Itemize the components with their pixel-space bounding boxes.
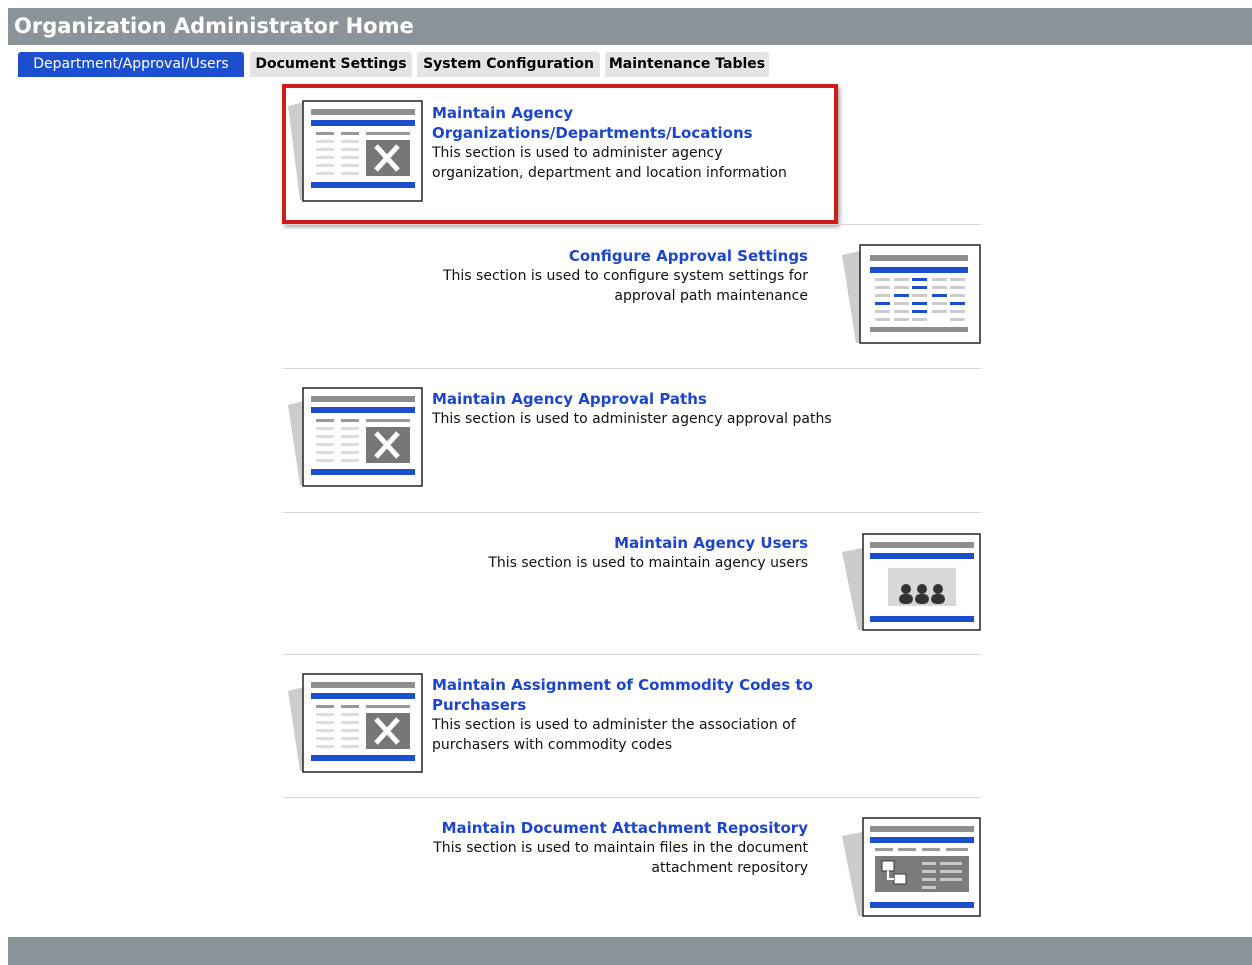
link-configure-approval-settings[interactable]: Configure Approval Settings [380, 246, 808, 266]
tab-department-approval-users[interactable]: Department/Approval/Users [18, 52, 244, 77]
folder-tree-icon[interactable] [842, 816, 982, 918]
section-divider [283, 654, 981, 655]
section-description: This section is used to administer the a… [432, 717, 796, 753]
tab-system-configuration[interactable]: System Configuration [417, 52, 600, 77]
link-line: Maintain Agency [432, 104, 574, 122]
tools-icon[interactable] [288, 98, 426, 204]
link-maintain-assignment-commodity-codes[interactable]: Maintain Assignment of Commodity Codes t… [432, 675, 832, 715]
users-icon[interactable] [842, 532, 982, 632]
footer-bar [8, 937, 1252, 965]
link-line: Organizations/Departments/Locations [432, 124, 753, 142]
section-description: This section is used to maintain agency … [488, 555, 808, 571]
tools-icon[interactable] [288, 385, 426, 489]
link-maintain-agency-approval-paths[interactable]: Maintain Agency Approval Paths [432, 389, 862, 409]
tab-maintenance-tables[interactable]: Maintenance Tables [605, 52, 769, 77]
section-divider [283, 512, 981, 513]
link-maintain-agency-organizations[interactable]: Maintain Agency Organizations/Department… [432, 103, 832, 143]
tools-icon[interactable] [288, 671, 426, 775]
section-description: This section is used to configure system… [442, 268, 808, 304]
link-line: Purchasers [432, 696, 527, 714]
section-description: This section is used to maintain files i… [433, 840, 808, 876]
section-description: This section is used to administer agenc… [432, 411, 832, 427]
section-divider [283, 224, 981, 225]
left-margin [0, 0, 8, 965]
link-line: Maintain Assignment of Commodity Codes t… [432, 676, 813, 694]
grid-icon[interactable] [842, 243, 982, 345]
section-description: This section is used to administer agenc… [432, 145, 787, 181]
section-divider [283, 368, 981, 369]
link-maintain-document-attachment-repository[interactable]: Maintain Document Attachment Repository [380, 818, 808, 838]
link-maintain-agency-users[interactable]: Maintain Agency Users [420, 533, 808, 553]
page-title: Organization Administrator Home [8, 8, 1252, 45]
tab-document-settings[interactable]: Document Settings [250, 52, 412, 77]
section-divider [283, 797, 981, 798]
